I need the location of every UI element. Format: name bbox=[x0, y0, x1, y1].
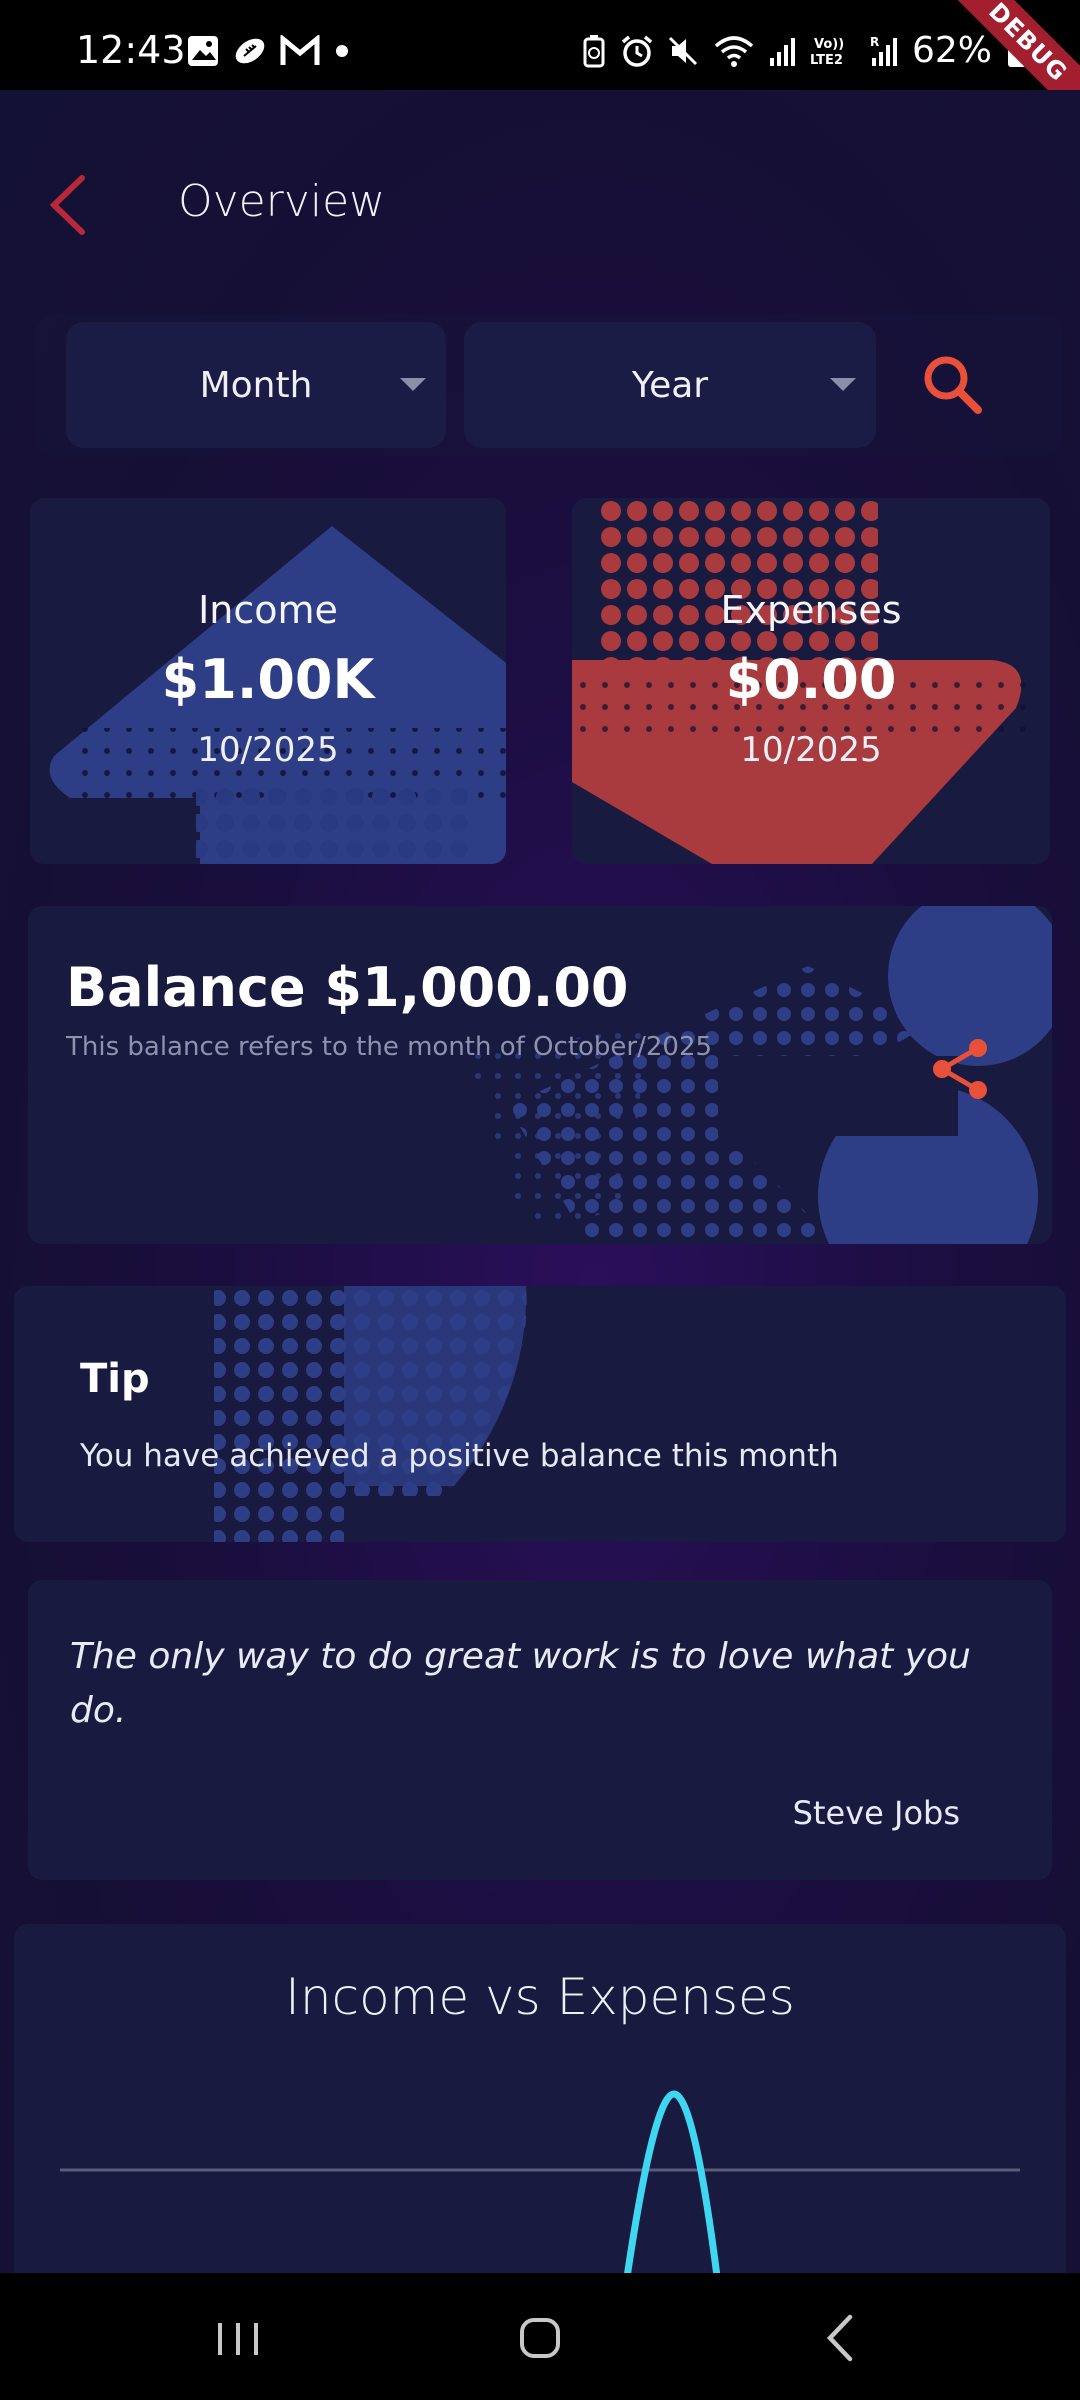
income-amount: $1.00K bbox=[161, 648, 375, 711]
expenses-amount: $0.00 bbox=[725, 648, 897, 711]
series-line bbox=[624, 2090, 721, 2273]
back-button[interactable] bbox=[40, 170, 100, 240]
caret-down-icon bbox=[400, 378, 426, 391]
search-button[interactable] bbox=[920, 352, 986, 418]
year-dropdown[interactable]: Year bbox=[464, 322, 876, 448]
home-button[interactable] bbox=[500, 2303, 580, 2373]
back-icon bbox=[826, 2314, 853, 2362]
balance-title: Balance $1,000.00 bbox=[66, 956, 629, 1019]
status-bar: 12:43 Vo)) LTE2 R 62% DEBUG bbox=[0, 0, 1080, 134]
svg-text:R: R bbox=[870, 35, 879, 49]
signal-icon-2: R bbox=[870, 35, 897, 66]
income-card[interactable]: Income $1.00K 10/2025 bbox=[30, 498, 506, 864]
chart-card: Income vs Expenses bbox=[14, 1924, 1066, 2273]
quote-author: Steve Jobs bbox=[792, 1794, 960, 1832]
status-notification-icons bbox=[186, 34, 352, 68]
app-screen: Overview Month Year Income $1.00K 10/202… bbox=[0, 90, 1080, 2273]
tip-text: You have achieved a positive balance thi… bbox=[80, 1438, 839, 1474]
chart-plot bbox=[60, 2090, 1020, 2273]
expenses-card[interactable]: Expenses $0.00 10/2025 bbox=[572, 498, 1050, 864]
alarm-icon bbox=[621, 35, 653, 67]
gmail-icon bbox=[280, 35, 320, 65]
quote-text: The only way to do great work is to love… bbox=[70, 1636, 971, 1731]
football-icon bbox=[235, 38, 265, 64]
dot-icon bbox=[336, 45, 348, 57]
mute-icon bbox=[668, 36, 698, 65]
wifi-icon bbox=[714, 35, 754, 67]
month-dropdown[interactable]: Month bbox=[66, 322, 446, 448]
income-label: Income bbox=[198, 588, 338, 632]
search-icon bbox=[924, 356, 982, 414]
svg-text:LTE2: LTE2 bbox=[810, 53, 843, 68]
svg-text:Vo)): Vo)) bbox=[814, 37, 844, 52]
page-title: Overview bbox=[178, 176, 386, 227]
volte-icon: Vo))LTE2 bbox=[810, 37, 844, 68]
month-dropdown-label: Month bbox=[199, 364, 313, 406]
system-nav-bar bbox=[0, 2273, 1080, 2400]
share-button[interactable] bbox=[928, 1034, 994, 1104]
recents-icon bbox=[218, 2323, 258, 2355]
share-icon bbox=[933, 1039, 987, 1099]
battery-saver-icon bbox=[583, 34, 605, 67]
recents-button[interactable] bbox=[198, 2303, 278, 2373]
quote-card: The only way to do great work is to love… bbox=[28, 1580, 1052, 1880]
back-nav-button[interactable] bbox=[802, 2303, 882, 2373]
year-dropdown-label: Year bbox=[631, 364, 709, 406]
tip-decoration bbox=[214, 1286, 527, 1542]
balance-subtitle: This balance refers to the month of Octo… bbox=[66, 1032, 713, 1062]
status-system-icons: Vo)) LTE2 R 62% bbox=[582, 30, 1028, 71]
chevron-left-icon bbox=[49, 175, 85, 235]
tip-card: Tip You have achieved a positive balance… bbox=[14, 1286, 1066, 1542]
expenses-label: Expenses bbox=[720, 588, 902, 632]
home-icon bbox=[520, 2318, 560, 2358]
caret-down-icon bbox=[830, 378, 856, 391]
image-icon bbox=[188, 36, 218, 66]
status-time: 12:43 bbox=[76, 28, 186, 72]
income-date: 10/2025 bbox=[197, 730, 339, 770]
signal-icon bbox=[769, 37, 795, 66]
tip-title: Tip bbox=[80, 1356, 150, 1402]
balance-card: Balance $1,000.00 This balance refers to… bbox=[28, 906, 1052, 1244]
expenses-date: 10/2025 bbox=[740, 730, 882, 770]
battery-percentage: 62% bbox=[911, 30, 992, 71]
